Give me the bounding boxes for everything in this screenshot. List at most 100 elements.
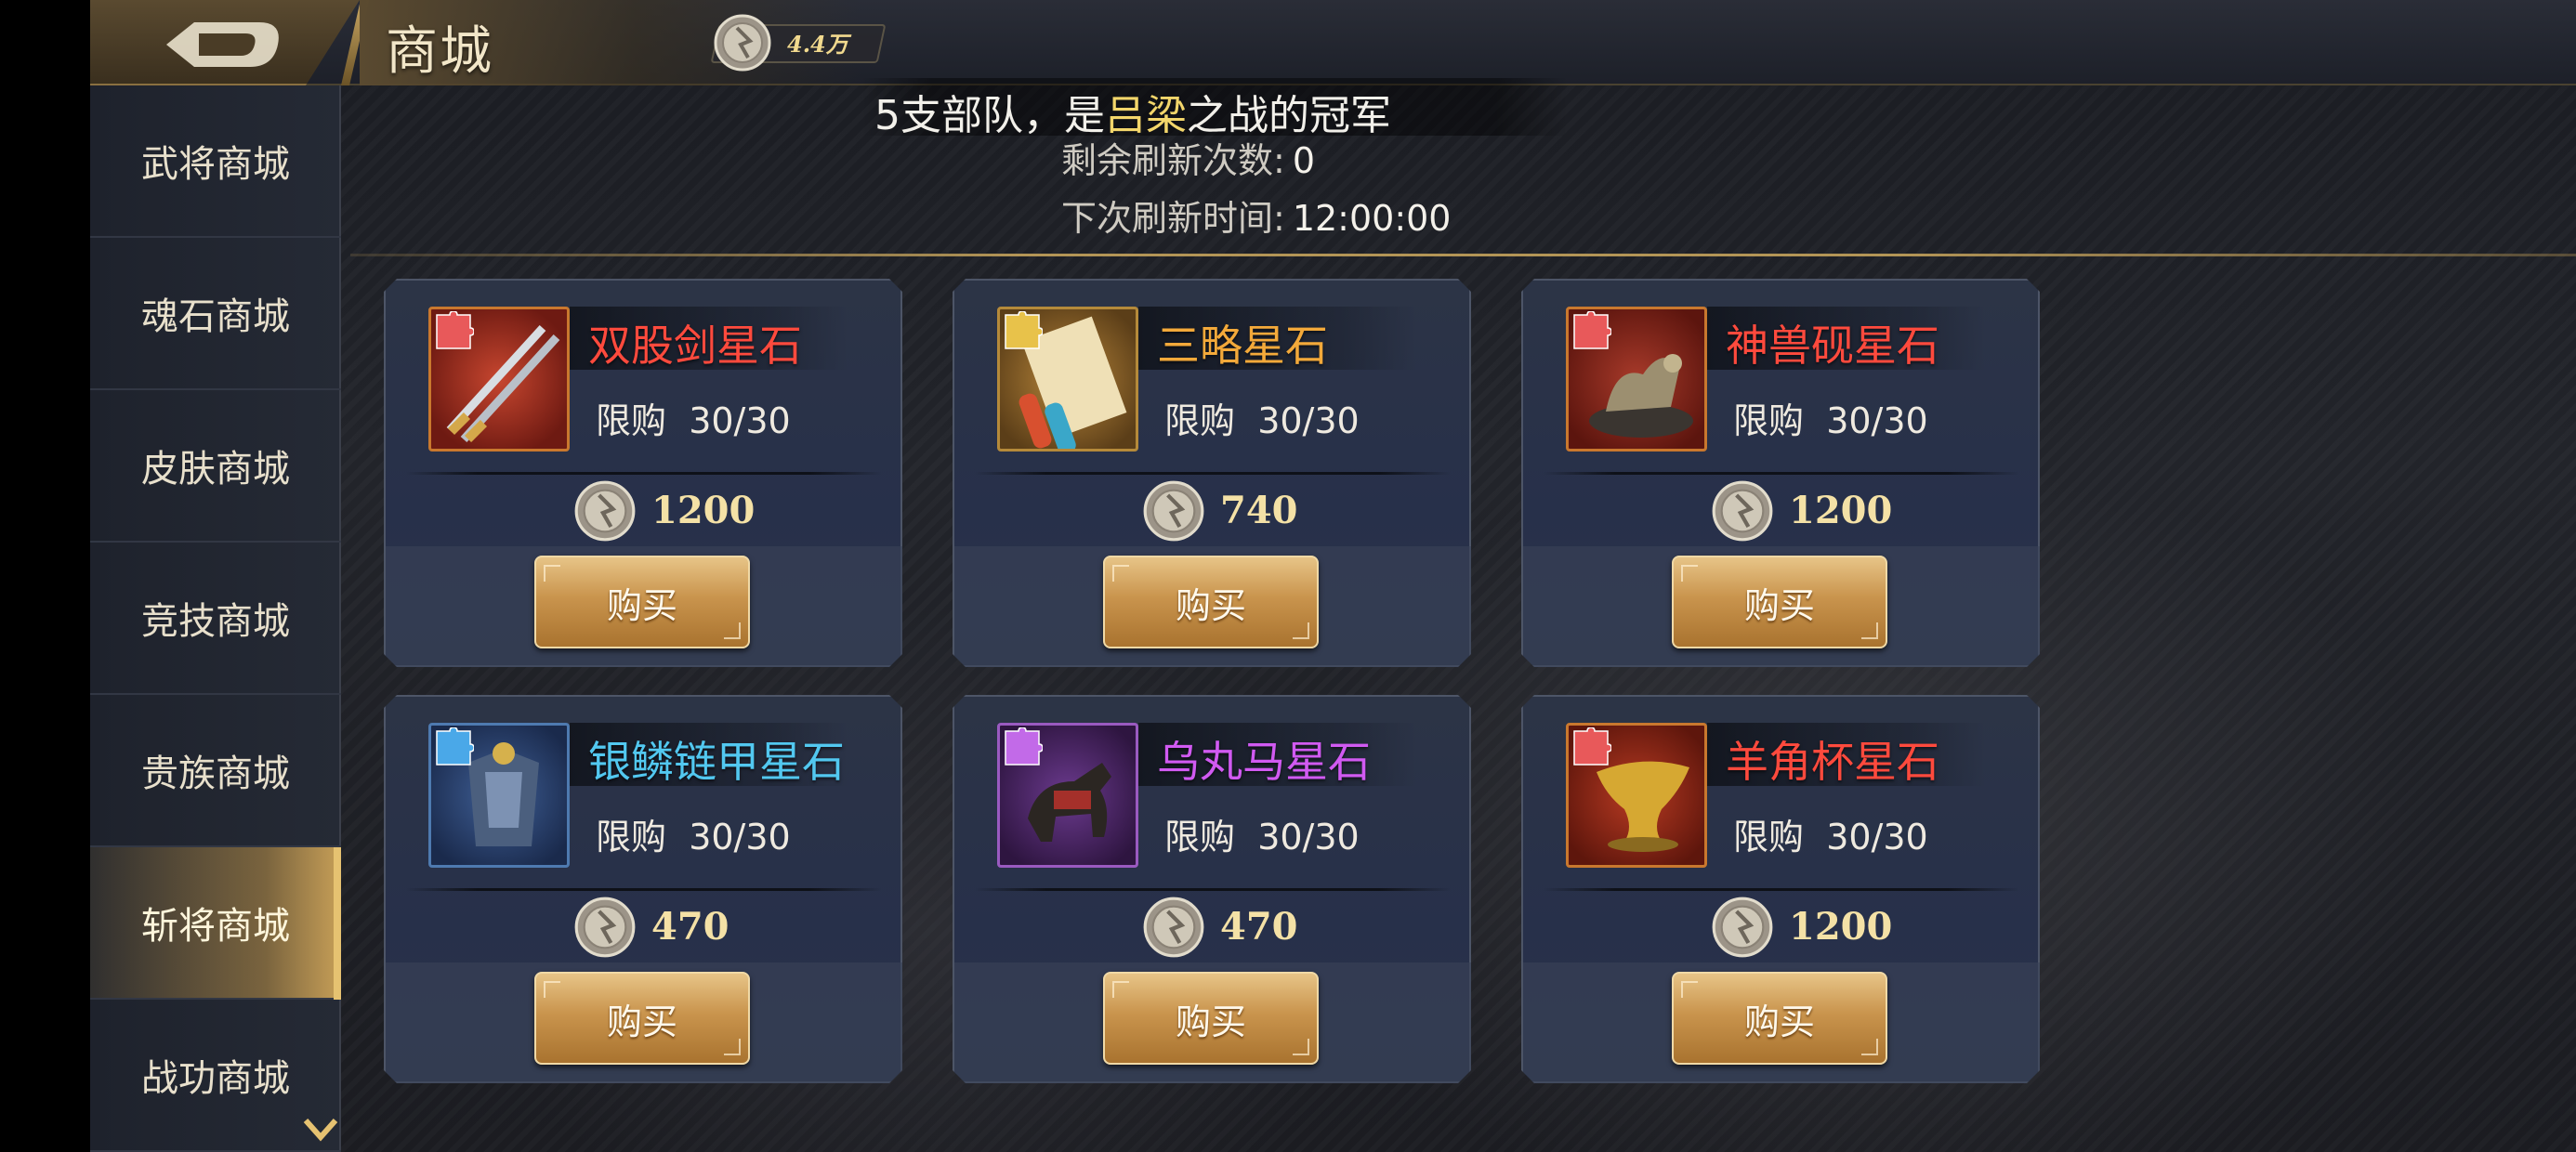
purchase-limit: 限购 30/30 [596, 392, 791, 443]
purchase-limit: 限购 30/30 [596, 808, 791, 859]
sidebar-item-label: 斩将商城 [141, 905, 290, 948]
silver-coin-icon [1711, 479, 1774, 543]
item-price: 1200 [1789, 489, 1893, 532]
sidebar-item-general-shop[interactable]: 武将商城 [90, 85, 341, 238]
card-separator [406, 472, 882, 475]
refresh-count-value: 0 [1292, 140, 1315, 181]
puzzle-piece-icon [1571, 727, 1611, 768]
header-divider [350, 254, 2576, 256]
shop-sidebar: 武将商城 魂石商城 皮肤商城 竞技商城 贵族商城 斩将商城 战功商城 [90, 85, 341, 1152]
buy-button-label: 购买 [606, 584, 677, 626]
item-name: 神兽砚星石 [1726, 321, 1939, 371]
item-icon-frame[interactable] [428, 307, 570, 452]
buy-button[interactable]: 购买 [534, 556, 750, 648]
buy-button-label: 购买 [1743, 1001, 1815, 1042]
item-icon-frame[interactable] [1566, 307, 1707, 452]
purchase-limit: 限购 30/30 [1733, 392, 1928, 443]
puzzle-piece-icon [1571, 311, 1611, 352]
buy-button-label: 购买 [1175, 584, 1246, 626]
shop-item-card: 双股剑星石 限购 30/30 1200 购买 [384, 279, 902, 667]
card-separator [1544, 472, 2019, 475]
item-name: 乌丸马星石 [1157, 737, 1371, 787]
button-corner-ornament [1112, 981, 1129, 998]
item-name: 银鳞链甲星石 [588, 737, 845, 787]
purchase-limit-label: 限购 [1164, 817, 1236, 857]
buy-button[interactable]: 购买 [1672, 556, 1887, 648]
back-arrow-icon [166, 22, 279, 67]
sidebar-item-label: 武将商城 [141, 143, 290, 186]
button-corner-ornament [544, 981, 560, 998]
item-icon-frame[interactable] [1566, 723, 1707, 868]
page-title: 商城 [386, 21, 493, 82]
silver-coin-icon [573, 896, 637, 959]
sidebar-item-skin-shop[interactable]: 皮肤商城 [90, 390, 341, 543]
item-price: 1200 [651, 489, 756, 532]
purchase-limit: 限购 30/30 [1164, 808, 1360, 859]
chevron-down-icon[interactable] [302, 1115, 339, 1143]
silver-coin-icon [1142, 479, 1205, 543]
shop-item-card: 三略星石 限购 30/30 740 购买 [953, 279, 1471, 667]
silver-coin-icon [714, 14, 771, 72]
buy-button-label: 购买 [1175, 1001, 1246, 1042]
button-corner-ornament [1861, 622, 1878, 639]
button-corner-ornament [1681, 981, 1698, 998]
buy-button[interactable]: 购买 [534, 972, 750, 1065]
item-name: 羊角杯星石 [1726, 737, 1939, 787]
card-separator [406, 888, 882, 891]
refresh-time-label: 下次刷新时间: [1061, 198, 1285, 239]
shop-item-card: 乌丸马星石 限购 30/30 470 购买 [953, 695, 1471, 1083]
item-icon-frame[interactable] [997, 307, 1138, 452]
refresh-time-row: 下次刷新时间: 12:00:00 [1061, 190, 1451, 241]
buy-button[interactable]: 购买 [1103, 972, 1319, 1065]
purchase-limit-value: 30/30 [1826, 817, 1928, 857]
sidebar-item-label: 贵族商城 [141, 753, 290, 795]
button-corner-ornament [724, 1039, 741, 1055]
item-name: 三略星石 [1157, 321, 1328, 371]
buy-button[interactable]: 购买 [1672, 972, 1887, 1065]
item-icon-frame[interactable] [428, 723, 570, 868]
button-corner-ornament [1861, 1039, 1878, 1055]
sidebar-item-noble-shop[interactable]: 贵族商城 [90, 695, 341, 847]
refresh-count-label: 剩余刷新次数: [1061, 140, 1285, 181]
purchase-limit-label: 限购 [596, 400, 667, 441]
sidebar-item-slayer-shop[interactable]: 斩将商城 [90, 847, 341, 1000]
purchase-limit-label: 限购 [596, 817, 667, 857]
button-corner-ornament [544, 565, 560, 582]
refresh-count-row: 剩余刷新次数: 0 [1061, 132, 1315, 183]
purchase-limit-value: 30/30 [1826, 400, 1928, 441]
shop-item-card: 羊角杯星石 限购 30/30 1200 购买 [1521, 695, 2040, 1083]
sidebar-item-arena-shop[interactable]: 竞技商城 [90, 543, 341, 695]
puzzle-piece-icon [433, 727, 474, 768]
purchase-limit: 限购 30/30 [1733, 808, 1928, 859]
item-price: 470 [1220, 905, 1298, 949]
puzzle-piece-icon [1002, 727, 1043, 768]
back-button[interactable] [90, 0, 360, 85]
card-separator [975, 888, 1451, 891]
silver-coin-icon [1142, 896, 1205, 959]
item-price: 470 [651, 905, 729, 949]
card-separator [1544, 888, 2019, 891]
card-separator [975, 472, 1451, 475]
sidebar-item-label: 皮肤商城 [141, 448, 290, 491]
shop-item-card: 银鳞链甲星石 限购 30/30 470 购买 [384, 695, 902, 1083]
sidebar-item-label: 竞技商城 [141, 600, 290, 643]
purchase-limit: 限购 30/30 [1164, 392, 1360, 443]
puzzle-piece-icon [433, 311, 474, 352]
purchase-limit-label: 限购 [1733, 400, 1805, 441]
buy-button-label: 购买 [1743, 584, 1815, 626]
refresh-time-value: 12:00:00 [1292, 198, 1452, 239]
silver-coin-icon [573, 479, 637, 543]
sidebar-item-soulstone-shop[interactable]: 魂石商城 [90, 238, 341, 390]
buy-button-label: 购买 [606, 1001, 677, 1042]
item-icon-frame[interactable] [997, 723, 1138, 868]
item-name: 双股剑星石 [588, 321, 802, 371]
item-price: 1200 [1789, 905, 1893, 949]
sidebar-item-label: 战功商城 [141, 1057, 290, 1100]
shop-item-card: 神兽砚星石 限购 30/30 1200 购买 [1521, 279, 2040, 667]
game-screen: 商城 4.4万 武将商城 魂石商城 皮肤商城 竞技商城 贵族商城 斩将商城 战功… [90, 0, 2576, 1152]
app-root: 商城 4.4万 武将商城 魂石商城 皮肤商城 竞技商城 贵族商城 斩将商城 战功… [0, 0, 2576, 1152]
button-corner-ornament [724, 622, 741, 639]
purchase-limit-value: 30/30 [1257, 817, 1360, 857]
buy-button[interactable]: 购买 [1103, 556, 1319, 648]
button-corner-ornament [1112, 565, 1129, 582]
